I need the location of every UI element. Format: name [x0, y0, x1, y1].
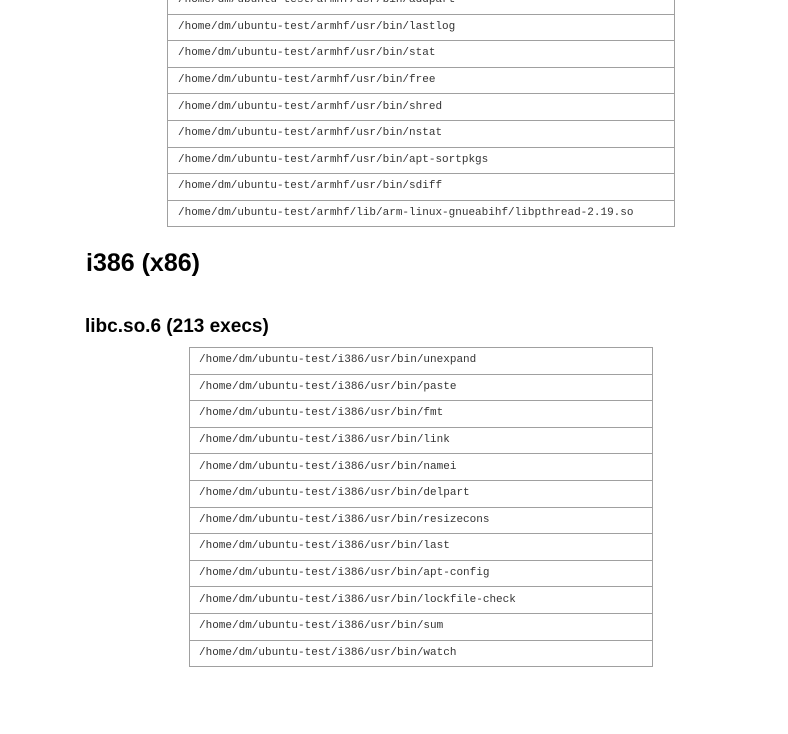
table-row: /home/dm/ubuntu-test/i386/usr/bin/delpar… [189, 479, 653, 508]
exec-path-cell: /home/dm/ubuntu-test/i386/usr/bin/fmt [189, 400, 653, 428]
exec-path-cell: /home/dm/ubuntu-test/i386/usr/bin/watch [189, 639, 653, 668]
exec-path-cell: /home/dm/ubuntu-test/armhf/usr/bin/addpa… [167, 0, 675, 15]
exec-path-cell: /home/dm/ubuntu-test/armhf/usr/bin/lastl… [167, 13, 675, 42]
exec-path-cell: /home/dm/ubuntu-test/armhf/lib/arm-linux… [167, 199, 675, 228]
table-row: /home/dm/ubuntu-test/i386/usr/bin/watch [189, 639, 653, 668]
table-row: /home/dm/ubuntu-test/armhf/usr/bin/lastl… [167, 13, 675, 42]
exec-path-cell: /home/dm/ubuntu-test/i386/usr/bin/apt-co… [189, 559, 653, 588]
table-row: /home/dm/ubuntu-test/i386/usr/bin/resize… [189, 506, 653, 535]
table-row: /home/dm/ubuntu-test/armhf/usr/bin/stat [167, 40, 675, 68]
table-row: /home/dm/ubuntu-test/armhf/usr/bin/shred [167, 93, 675, 121]
table-row: /home/dm/ubuntu-test/i386/usr/bin/lockfi… [189, 586, 653, 614]
exec-path-cell: /home/dm/ubuntu-test/armhf/usr/bin/stat [167, 40, 675, 68]
table-row: /home/dm/ubuntu-test/i386/usr/bin/unexpa… [189, 347, 653, 375]
exec-path-cell: /home/dm/ubuntu-test/i386/usr/bin/last [189, 533, 653, 561]
exec-path-cell: /home/dm/ubuntu-test/i386/usr/bin/unexpa… [189, 347, 653, 375]
lib-heading-libc: libc.so.6 (213 execs) [85, 316, 269, 337]
table-row: /home/dm/ubuntu-test/i386/usr/bin/namei [189, 453, 653, 481]
table-row: /home/dm/ubuntu-test/armhf/usr/bin/nstat [167, 119, 675, 148]
exec-path-cell: /home/dm/ubuntu-test/armhf/usr/bin/free [167, 66, 675, 95]
table-row: /home/dm/ubuntu-test/i386/usr/bin/link [189, 426, 653, 455]
table-row: /home/dm/ubuntu-test/i386/usr/bin/apt-co… [189, 559, 653, 588]
exec-path-cell: /home/dm/ubuntu-test/armhf/usr/bin/nstat [167, 119, 675, 148]
table-row: /home/dm/ubuntu-test/armhf/usr/bin/sdiff [167, 173, 675, 201]
arch-heading-i386: i386 (x86) [86, 249, 200, 277]
armhf-exec-table: /home/dm/ubuntu-test/armhf/usr/bin/addpa… [167, 0, 675, 228]
exec-path-cell: /home/dm/ubuntu-test/i386/usr/bin/paste [189, 373, 653, 402]
exec-path-cell: /home/dm/ubuntu-test/i386/usr/bin/link [189, 426, 653, 455]
exec-path-cell: /home/dm/ubuntu-test/armhf/usr/bin/sdiff [167, 173, 675, 201]
exec-path-cell: /home/dm/ubuntu-test/armhf/usr/bin/shred [167, 93, 675, 121]
exec-path-cell: /home/dm/ubuntu-test/i386/usr/bin/resize… [189, 506, 653, 535]
table-row: /home/dm/ubuntu-test/armhf/usr/bin/apt-s… [167, 146, 675, 175]
i386-exec-table: /home/dm/ubuntu-test/i386/usr/bin/unexpa… [189, 347, 653, 668]
table-row: /home/dm/ubuntu-test/i386/usr/bin/last [189, 533, 653, 561]
exec-path-cell: /home/dm/ubuntu-test/i386/usr/bin/lockfi… [189, 586, 653, 614]
table-row: /home/dm/ubuntu-test/i386/usr/bin/paste [189, 373, 653, 402]
exec-path-cell: /home/dm/ubuntu-test/i386/usr/bin/sum [189, 612, 653, 641]
table-row: /home/dm/ubuntu-test/armhf/lib/arm-linux… [167, 199, 675, 228]
exec-path-cell: /home/dm/ubuntu-test/i386/usr/bin/delpar… [189, 479, 653, 508]
exec-path-cell: /home/dm/ubuntu-test/armhf/usr/bin/apt-s… [167, 146, 675, 175]
table-row: /home/dm/ubuntu-test/armhf/usr/bin/free [167, 66, 675, 95]
exec-path-cell: /home/dm/ubuntu-test/i386/usr/bin/namei [189, 453, 653, 481]
table-row: /home/dm/ubuntu-test/i386/usr/bin/sum [189, 612, 653, 641]
table-row: /home/dm/ubuntu-test/armhf/usr/bin/addpa… [167, 0, 675, 15]
table-row: /home/dm/ubuntu-test/i386/usr/bin/fmt [189, 400, 653, 428]
